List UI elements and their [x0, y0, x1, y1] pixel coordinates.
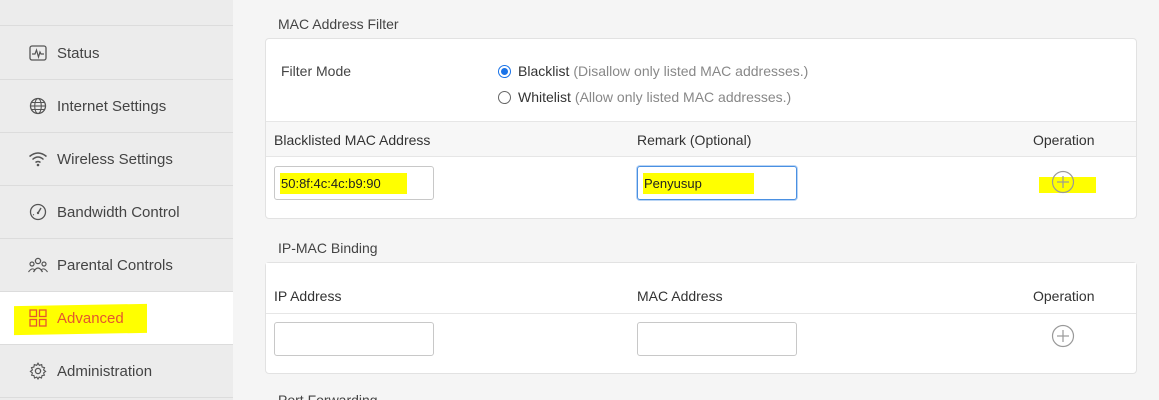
whitelist-radio-option[interactable]: Whitelist (Allow only listed MAC address… — [498, 89, 791, 105]
sidebar: Status Internet Settings Wireless Settin… — [0, 0, 233, 400]
plus-circle-icon[interactable] — [1051, 324, 1075, 348]
whitelist-label: Whitelist — [518, 89, 571, 105]
port-forwarding-title: Port Forwarding — [278, 392, 378, 400]
sidebar-item-status[interactable]: Status — [0, 27, 233, 80]
wifi-icon — [28, 149, 48, 169]
mac-address-input[interactable]: 50:8f:4c:4c:b9:90 — [274, 166, 434, 200]
sidebar-item-label: Bandwidth Control — [57, 203, 180, 221]
sidebar-item-internet-settings[interactable]: Internet Settings — [0, 80, 233, 133]
remark-value: Penyusup — [643, 172, 754, 194]
main-content: MAC Address Filter Filter Mode Blacklist… — [233, 0, 1159, 400]
ip-mac-binding-card: IP Address MAC Address Operation — [265, 262, 1137, 374]
binding-mac-address-input[interactable] — [637, 322, 797, 356]
blacklist-radio-option[interactable]: Blacklist (Disallow only listed MAC addr… — [498, 63, 808, 79]
mac-filter-table-header: Blacklisted MAC Address Remark (Optional… — [266, 121, 1136, 157]
sidebar-item-top-partial — [0, 0, 233, 26]
mac-address-value: 50:8f:4c:4c:b9:90 — [280, 172, 407, 194]
whitelist-radio[interactable] — [498, 90, 511, 104]
gear-icon — [28, 361, 48, 381]
column-header: Remark (Optional) — [637, 132, 752, 148]
sidebar-item-parental-controls[interactable]: Parental Controls — [0, 239, 233, 292]
sidebar-item-label: Advanced — [57, 309, 124, 327]
mac-filter-title: MAC Address Filter — [278, 16, 399, 32]
blacklist-label: Blacklist — [518, 63, 570, 79]
mac-filter-card: Filter Mode Blacklist (Disallow only lis… — [265, 38, 1137, 219]
sidebar-item-bandwidth-control[interactable]: Bandwidth Control — [0, 186, 233, 239]
blacklist-hint: (Disallow only listed MAC addresses.) — [573, 63, 809, 79]
ip-mac-table-header: IP Address MAC Address Operation — [266, 263, 1136, 314]
sidebar-item-label: Wireless Settings — [57, 150, 173, 168]
column-header: Operation — [1033, 132, 1095, 148]
grid-icon — [28, 308, 48, 328]
sidebar-item-wireless-settings[interactable]: Wireless Settings — [0, 133, 233, 186]
whitelist-hint: (Allow only listed MAC addresses.) — [574, 89, 792, 105]
gauge-icon — [28, 202, 48, 222]
ip-address-input[interactable] — [274, 322, 434, 356]
sidebar-item-advanced[interactable]: Advanced — [0, 292, 233, 345]
remark-input[interactable]: Penyusup — [637, 166, 797, 200]
sidebar-item-label: Status — [57, 44, 100, 62]
plus-circle-icon[interactable] — [1051, 170, 1075, 194]
family-icon — [28, 255, 48, 275]
sidebar-item-administration[interactable]: Administration — [0, 345, 233, 398]
status-pulse-icon — [28, 43, 48, 63]
ip-mac-binding-title: IP-MAC Binding — [278, 240, 378, 256]
column-header: IP Address — [274, 288, 342, 304]
filter-mode-label: Filter Mode — [281, 63, 352, 79]
globe-icon — [28, 96, 48, 116]
column-header: Operation — [1033, 288, 1095, 304]
column-header: MAC Address — [637, 288, 723, 304]
sidebar-item-label: Administration — [57, 362, 153, 380]
sidebar-item-label: Parental Controls — [57, 256, 173, 274]
sidebar-item-label: Internet Settings — [57, 97, 167, 115]
blacklist-radio[interactable] — [498, 64, 511, 78]
column-header: Blacklisted MAC Address — [274, 132, 431, 148]
